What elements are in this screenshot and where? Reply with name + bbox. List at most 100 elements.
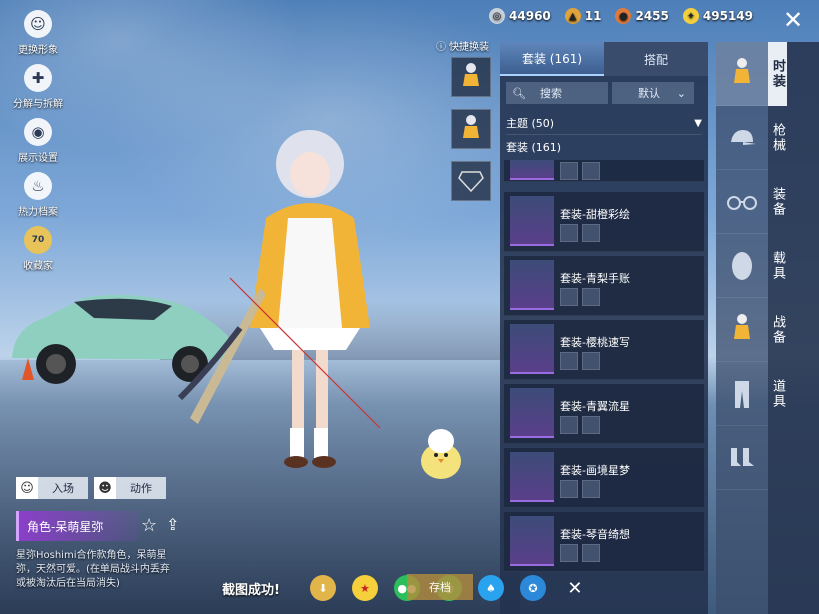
enter-button[interactable]: ☺ 入场 [16, 477, 88, 499]
save-button[interactable]: 存档 [407, 574, 473, 600]
diamond-icon [458, 171, 484, 192]
suit-count: 套装 (161) [506, 141, 562, 154]
suit-thumbnail [510, 388, 554, 438]
qzone-icon[interactable]: ✪ [519, 575, 546, 601]
category-pants[interactable] [716, 362, 768, 426]
qq-icon[interactable]: ♠ [477, 575, 504, 601]
category-face[interactable] [716, 234, 768, 298]
category-tab-vehicles[interactable]: 载具 [768, 234, 787, 298]
resource-gold-token: ▲ 11 [564, 8, 602, 24]
character-name: 角色-呆萌星弥 [27, 519, 104, 534]
search-input[interactable]: 🔍︎ 搜索 [506, 82, 608, 104]
action-label: 动作 [130, 482, 152, 495]
close-button[interactable]: ✕ [779, 6, 807, 34]
suit-item-icon [560, 352, 578, 370]
suit-row[interactable]: 套装-琴音绮想 [504, 512, 704, 572]
flame-icon: ♨ [24, 172, 52, 200]
suit-item-icon [560, 162, 578, 180]
category-tab-equipment[interactable]: 装备 [768, 170, 787, 234]
suit-thumbnail [510, 516, 554, 566]
suit-items [560, 480, 600, 498]
category-outfit[interactable] [716, 42, 768, 106]
suit-item-icon [582, 416, 600, 434]
change-avatar-button[interactable]: ☺ 更换形象 [8, 10, 68, 56]
peace-elite-icon[interactable]: ★ [351, 575, 378, 601]
change-avatar-label: 更换形象 [18, 45, 58, 56]
search-label: 搜索 [539, 87, 562, 100]
outfit-icon [463, 63, 479, 86]
tab-suits[interactable]: 套装 (161) [500, 42, 604, 76]
suit-name: 套装-青翼流星 [560, 400, 630, 413]
heat-archive-button[interactable]: ♨ 热力档案 [8, 172, 68, 218]
suit-thumbnail [510, 324, 554, 374]
figure-icon [734, 313, 750, 339]
bronze-coin-icon: ● [615, 8, 632, 24]
collector-badge-icon: 70 [24, 226, 52, 254]
sort-label: 默认 [638, 87, 660, 100]
category-tab-items[interactable]: 道具 [768, 362, 787, 426]
search-icon: 🔍︎ [512, 86, 526, 100]
suit-item-icon [560, 544, 578, 562]
wardrobe-panel: 套装 (161) 搭配 🔍︎ 搜索 默认 ⌄ 主题 (50) ▼ 套装 (161… [500, 42, 708, 614]
tab-combos[interactable]: 搭配 [604, 42, 708, 76]
suit-row[interactable]: 套装-甜橙彩绘 [504, 192, 704, 252]
triangle-down-icon: ▼ [694, 117, 702, 129]
suit-item-icon [560, 416, 578, 434]
suit-thumbnail [510, 160, 554, 180]
uc-value: 495149 [702, 9, 753, 23]
category-glasses[interactable] [716, 170, 768, 234]
quick-slot-1[interactable] [451, 57, 491, 97]
suit-item-icon [560, 480, 578, 498]
category-figure[interactable] [716, 298, 768, 362]
suit-item-icon [582, 352, 600, 370]
category-boots[interactable] [716, 426, 768, 490]
category-tab-guns[interactable]: 枪械 [768, 106, 787, 170]
favorite-star-icon[interactable]: ☆ [141, 515, 157, 536]
collector-label: 收藏家 [23, 261, 53, 272]
decompose-button[interactable]: ✚ 分解与拆解 [8, 64, 68, 110]
pants-icon [735, 380, 749, 408]
resource-silver: ◎ 44960 [489, 8, 551, 24]
suit-name: 套装-甜橙彩绘 [560, 208, 630, 221]
screenshot-share-bar: 截图成功! 存档 ⬇ ★ ●● ◎ ♠ ✪ ✕ [210, 570, 612, 606]
share-icon[interactable]: ⇪ [166, 515, 179, 534]
character-description: 星弥Hoshimi合作款角色，呆萌星弥，天然可爱。(在单局战斗内丢弃或被淘汰后在… [16, 550, 170, 589]
face-icon [732, 251, 752, 280]
suit-items [560, 352, 600, 370]
action-button[interactable]: ☻ 动作 [94, 477, 166, 499]
close-icon[interactable]: ✕ [562, 575, 588, 601]
panel-tabs: 套装 (161) 搭配 [500, 42, 708, 76]
quick-slot-2[interactable] [451, 109, 491, 149]
category-tabs: 时装 枪械 装备 载具 战备 道具 [768, 42, 819, 614]
chick-pet [421, 429, 461, 479]
eye-icon: ◉ [24, 118, 52, 146]
quick-change-help[interactable]: ⓘ 快捷换装 [436, 38, 489, 53]
display-settings-button[interactable]: ◉ 展示设置 [8, 118, 68, 164]
enter-label: 入场 [52, 482, 74, 495]
category-tab-supplies[interactable]: 战备 [768, 298, 787, 362]
close-icon: ✕ [782, 6, 804, 34]
suit-row[interactable]: 套装-青翼流星 [504, 384, 704, 444]
suit-row[interactable]: 套装-画境星梦 [504, 448, 704, 508]
suit-row-partial[interactable] [504, 160, 704, 182]
category-tab-outfit[interactable]: 时装 [768, 42, 787, 106]
character-name-bar: 角色-呆萌星弥 [16, 511, 140, 541]
suit-item-icon [582, 224, 600, 242]
collector-button[interactable]: 70 收藏家 [8, 226, 68, 272]
quick-change-label: 快捷换装 [449, 42, 489, 53]
quick-slot-locked[interactable] [451, 161, 491, 201]
suit-item-icon [560, 288, 578, 306]
suit-row[interactable]: 套装-樱桃速写 [504, 320, 704, 380]
category-hat[interactable] [716, 106, 768, 170]
theme-filter[interactable]: 主题 (50) ▼ [500, 110, 708, 132]
suit-row[interactable]: 套装-青梨手账 [504, 256, 704, 316]
gold-token-value: 11 [584, 9, 602, 23]
sort-select[interactable]: 默认 ⌄ [612, 82, 694, 104]
suit-thumbnail [510, 196, 554, 246]
boots-icon [731, 447, 754, 466]
outfit-icon [463, 115, 479, 138]
outfit-icon [734, 57, 750, 83]
gold-token-icon: ▲ [564, 8, 581, 24]
gold-circle-icon[interactable]: ⬇ [309, 575, 336, 601]
left-menu: ☺ 更换形象 ✚ 分解与拆解 ◉ 展示设置 ♨ 热力档案 70 收藏家 [8, 10, 68, 280]
